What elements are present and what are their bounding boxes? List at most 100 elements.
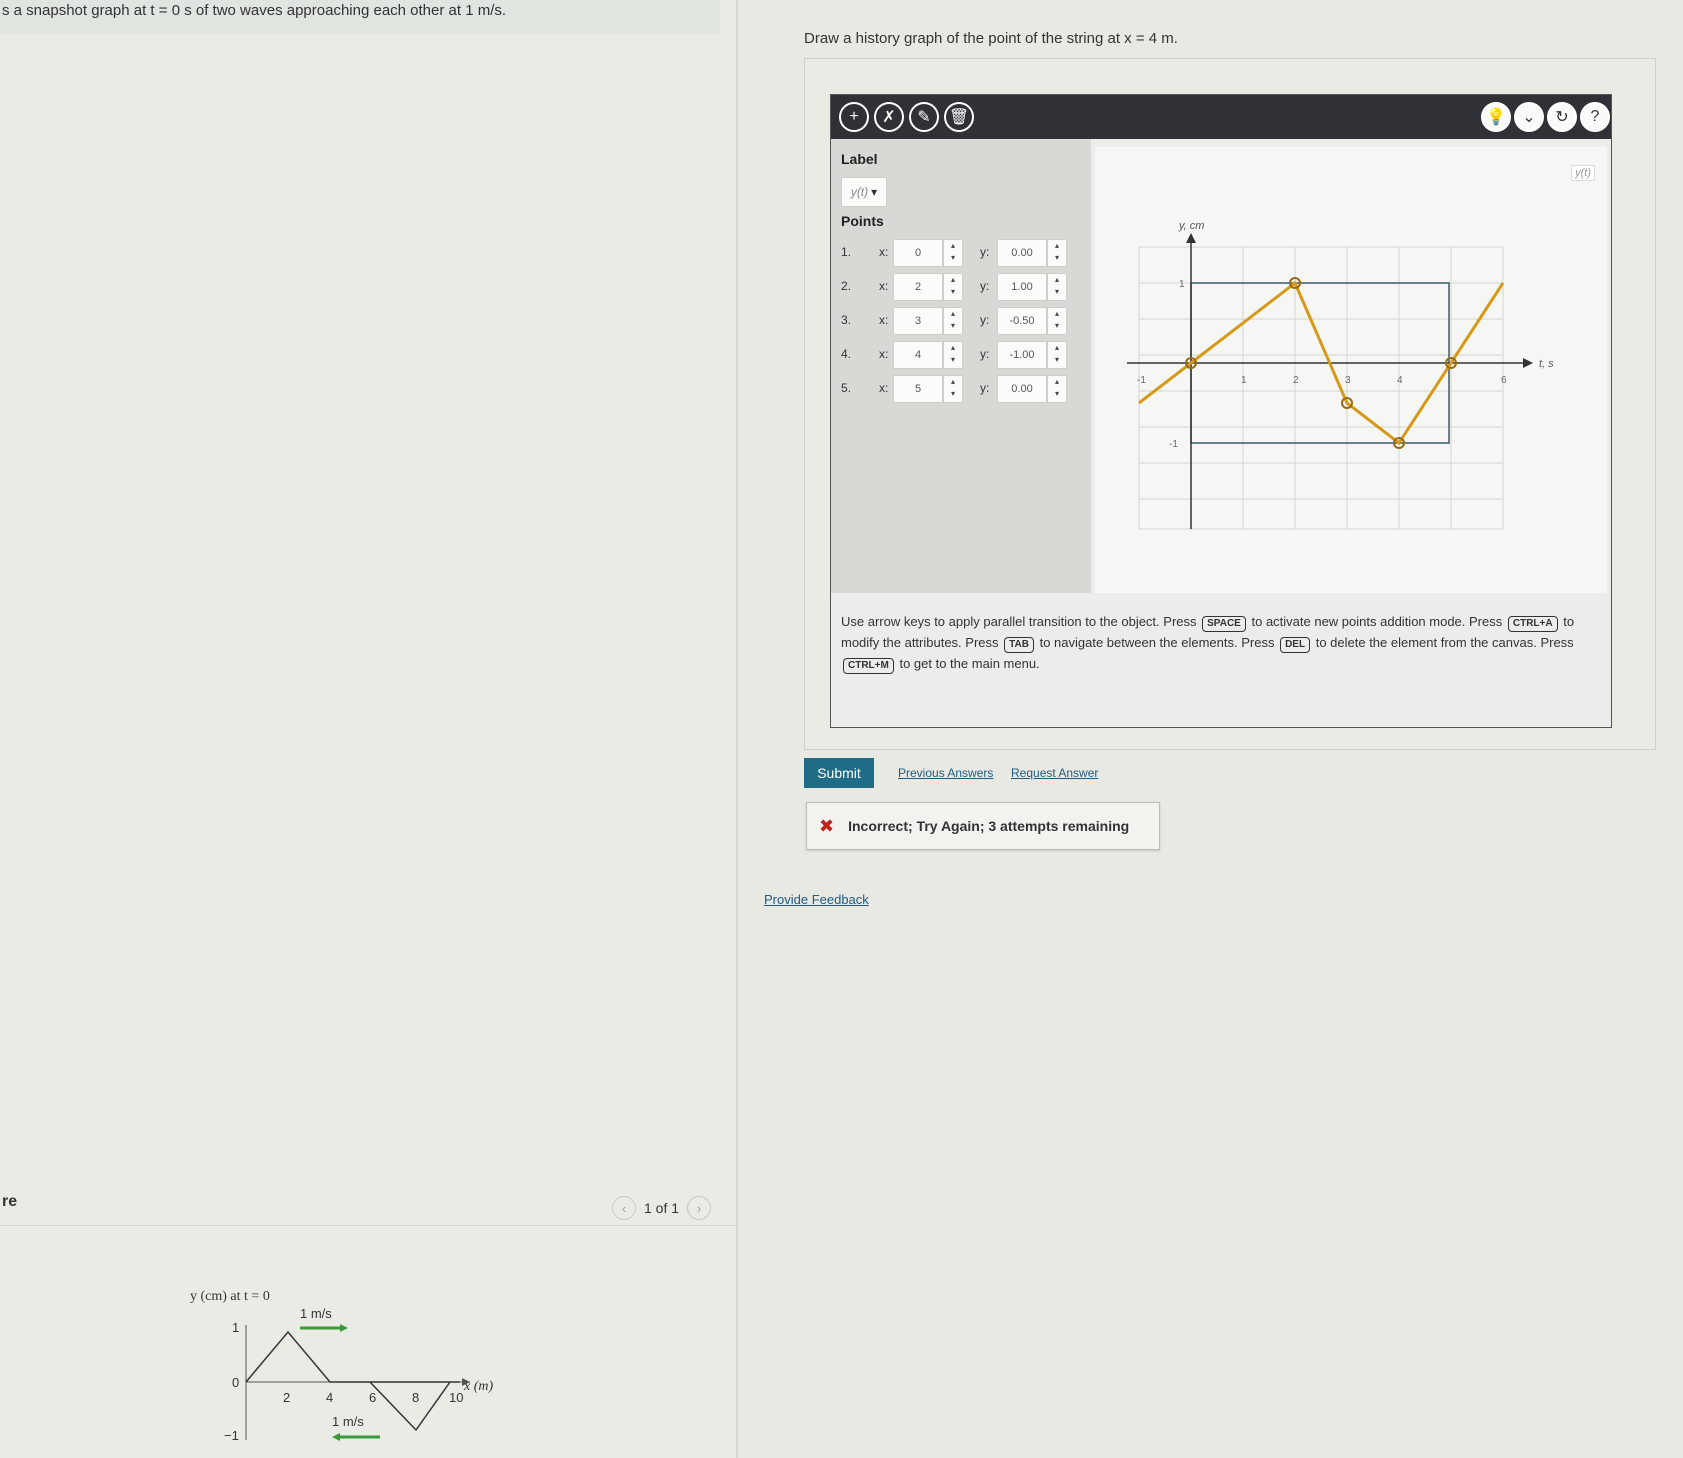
point-row: 5. x: 5 ▴ ▾ y: 0.00 ▴ ▾ [841, 375, 1081, 403]
graph-toolbar: + ✗ ✎ 🗑 💡 ⌄ ↻ ? [831, 95, 1611, 139]
point-y-input[interactable]: -1.00 [997, 341, 1047, 369]
snapshot-ytick-0: 0 [232, 1375, 239, 1390]
key-space: SPACE [1202, 616, 1246, 632]
y-stepper[interactable]: ▴ ▾ [1047, 239, 1067, 267]
y-tick: -1 [1169, 439, 1178, 450]
section-label: re [2, 1193, 18, 1210]
help-icon[interactable]: ? [1580, 102, 1610, 132]
divider [0, 1225, 736, 1226]
hint-bulb-icon[interactable]: 💡 [1481, 102, 1511, 132]
snapshot-x-label: x (m) [463, 1379, 493, 1394]
key-del: DEL [1280, 637, 1311, 653]
problem-panel: s a snapshot graph at t = 0 s of two wav… [0, 0, 738, 1458]
y-label: y: [980, 279, 990, 293]
x-label: x: [879, 347, 889, 361]
reset-icon[interactable]: ↻ [1547, 102, 1577, 132]
point-row: 2. x: 2 ▴ ▾ y: 1.00 ▴ ▾ [841, 273, 1081, 301]
point-y-input[interactable]: 1.00 [997, 273, 1047, 301]
point-y-input[interactable]: 0.00 [997, 239, 1047, 267]
snapshot-graph: y (cm) at t = 0 1 0 −1 2 4 6 8 10 x (m) … [190, 1289, 493, 1443]
point-row: 3. x: 3 ▴ ▾ y: -0.50 ▴ ▾ [841, 307, 1081, 335]
request-answer-link[interactable]: Request Answer [1011, 766, 1098, 780]
x-stepper[interactable]: ▴ ▾ [943, 273, 963, 301]
feedback-text: Incorrect; Try Again; 3 attempts remaini… [848, 818, 1130, 834]
snapshot-xtick: 10 [449, 1390, 463, 1405]
y-axis-label: y, cm [1178, 220, 1204, 232]
label-dropdown[interactable]: y(t) ▾ [841, 177, 887, 207]
key-tab: TAB [1004, 637, 1034, 653]
key-ctrl-a: CTRL+A [1507, 616, 1558, 632]
x-label: x: [879, 381, 889, 395]
y-tick: 1 [1179, 279, 1185, 290]
snapshot-xtick: 4 [326, 1390, 333, 1405]
point-x-input[interactable]: 2 [893, 273, 943, 301]
t-tick: 4 [1397, 375, 1403, 386]
y-label: y: [980, 245, 990, 259]
plus-icon[interactable]: + [839, 102, 869, 132]
point-index: 2. [841, 279, 852, 293]
snapshot-xtick: 6 [369, 1390, 376, 1405]
point-index: 5. [841, 381, 852, 395]
caret-down-icon: ▾ [871, 185, 878, 199]
x-stepper[interactable]: ▴ ▾ [943, 375, 963, 403]
y-stepper[interactable]: ▴ ▾ [1047, 375, 1067, 403]
trash-icon[interactable]: 🗑 [944, 102, 974, 132]
y-stepper[interactable]: ▴ ▾ [1047, 341, 1067, 369]
t-tick: 3 [1345, 375, 1351, 386]
instr-text: to navigate between the elements. Press [1039, 635, 1275, 650]
snapshot-xtick: 8 [412, 1390, 419, 1405]
point-y-input[interactable]: -0.50 [997, 307, 1047, 335]
no-draw-icon[interactable]: ✗ [874, 102, 904, 132]
submit-button[interactable]: Submit [804, 758, 874, 788]
point-index: 4. [841, 347, 852, 361]
point-row: 1. x: 0 ▴ ▾ y: 0.00 ▴ ▾ [841, 239, 1081, 267]
wave-right-speed: 1 m/s [300, 1306, 332, 1321]
y-axis-arrow [1186, 233, 1196, 243]
question-text: Draw a history graph of the point of the… [804, 30, 1178, 47]
label-heading: Label [841, 151, 878, 167]
wave-left-pulse [369, 1381, 451, 1432]
attributes-sidebar: Label y(t) ▾ Points 1. x: 0 ▴ ▾ y: 0.00 ▴… [831, 139, 1091, 593]
y-stepper[interactable]: ▴ ▾ [1047, 273, 1067, 301]
point-x-input[interactable]: 5 [893, 375, 943, 403]
chevron-left-icon[interactable]: ‹ [612, 1196, 636, 1220]
feedback-message: ✖ Incorrect; Try Again; 3 attempts remai… [806, 802, 1160, 850]
x-stepper[interactable]: ▴ ▾ [943, 341, 963, 369]
x-stepper[interactable]: ▴ ▾ [943, 307, 963, 335]
x-label: x: [879, 279, 889, 293]
pencil-icon[interactable]: ✎ [909, 102, 939, 132]
left-arrow-head [332, 1433, 340, 1441]
point-index: 3. [841, 313, 852, 327]
answer-panel: Draw a history graph of the point of the… [738, 0, 1683, 1458]
wave-right-pulse [245, 1330, 460, 1383]
graph-tag: y(t) [1571, 165, 1595, 181]
chevron-down-icon[interactable]: ⌄ [1514, 102, 1544, 132]
history-graph[interactable]: y, cm t, s -1 1 2 3 4 6 1 -1 [1095, 147, 1607, 593]
t-tick: 6 [1501, 375, 1507, 386]
y-stepper[interactable]: ▴ ▾ [1047, 307, 1067, 335]
t-axis-arrow [1523, 358, 1533, 368]
point-y-input[interactable]: 0.00 [997, 375, 1047, 403]
t-tick: -1 [1137, 375, 1146, 386]
right-arrow-head [340, 1324, 348, 1332]
point-row: 4. x: 4 ▴ ▾ y: -1.00 ▴ ▾ [841, 341, 1081, 369]
y-label: y: [980, 347, 990, 361]
x-label: x: [879, 245, 889, 259]
x-label: x: [879, 313, 889, 327]
point-x-input[interactable]: 0 [893, 239, 943, 267]
provide-feedback-link[interactable]: Provide Feedback [764, 892, 869, 907]
previous-answers-link[interactable]: Previous Answers [898, 766, 993, 780]
chevron-right-icon[interactable]: › [687, 1196, 712, 1220]
t-tick: 1 [1241, 375, 1247, 386]
instr-text: to activate new points addition mode. Pr… [1251, 614, 1503, 629]
t-tick: 2 [1293, 375, 1299, 386]
problem-statement: s a snapshot graph at t = 0 s of two wav… [0, 0, 720, 34]
point-x-input[interactable]: 4 [893, 341, 943, 369]
figure-pager: ‹ 1 of 1 › [612, 1196, 712, 1220]
x-stepper[interactable]: ▴ ▾ [943, 239, 963, 267]
point-index: 1. [841, 245, 852, 259]
instr-text: to get to the main menu. [899, 656, 1040, 671]
graph-canvas[interactable]: y(t) y, cm t, s -1 1 2 3 4 6 1 -1 [1095, 147, 1607, 593]
pager-text: 1 of 1 [644, 1200, 680, 1216]
point-x-input[interactable]: 3 [893, 307, 943, 335]
